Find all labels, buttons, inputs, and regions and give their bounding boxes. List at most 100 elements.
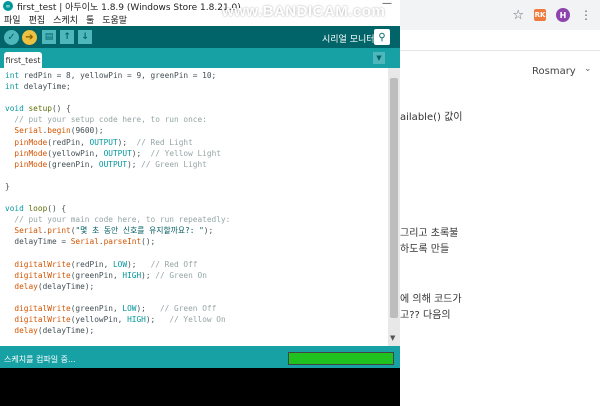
- verify-button[interactable]: ✓: [4, 30, 19, 45]
- browser-text-line: 그리고 초록불: [400, 228, 459, 239]
- tab-menu-chevron-down-icon[interactable]: ▼: [373, 52, 385, 64]
- ide-toolbar: ✓ ➔ ▤ ↑ ↓ 시리얼 모니터 ⚲: [0, 26, 400, 48]
- status-bar: 스케치를 컴파일 중...: [0, 350, 400, 368]
- save-sketch-button[interactable]: ↓: [78, 30, 92, 44]
- code-line: // put your main code here, to run repea…: [5, 214, 388, 225]
- code-token: );: [131, 148, 151, 158]
- ide-tab-bar: first_test ▼: [0, 48, 400, 68]
- code-line: pinMode(yellowPin, OUTPUT); // Yellow Li…: [5, 148, 388, 159]
- progress-fill: [289, 353, 393, 364]
- menu-help[interactable]: 도움말: [102, 13, 127, 26]
- browser-text-line: 하도록 만들: [400, 244, 450, 255]
- upload-button[interactable]: ➔: [22, 30, 37, 45]
- menu-file[interactable]: 파일: [4, 13, 21, 26]
- code-token: );: [117, 137, 137, 147]
- code-token: digitalWrite: [14, 315, 71, 325]
- code-token: (greenPin,: [70, 270, 123, 280]
- code-token: void: [5, 104, 24, 114]
- code-token: );: [141, 270, 156, 280]
- code-token: // Red Light: [136, 137, 193, 147]
- status-text: 스케치를 컴파일 중...: [4, 355, 76, 364]
- profile-avatar-icon[interactable]: H: [556, 8, 570, 22]
- browser-text-line: ailable() 값이: [400, 112, 463, 123]
- code-token: // put your setup code here, to run once…: [5, 115, 207, 125]
- code-token: delay: [14, 326, 38, 336]
- code-token: OUTPUT: [98, 159, 128, 169]
- screen: ☆ RK H ⋮ Rosmary ⌄ ailable() 값이그리고 초록불하도…: [0, 0, 600, 406]
- browser-text-line: 에 의해 코드가: [400, 294, 462, 305]
- code-line: // put your setup code here, to run once…: [5, 114, 388, 125]
- code-line: delay(delayTime);: [5, 281, 388, 292]
- magnifier-icon: ⚲: [378, 31, 386, 43]
- code-token: Serial: [70, 237, 99, 247]
- editor-vertical-scrollbar[interactable]: ▼: [388, 68, 400, 346]
- code-line: delayTime = Serial.parseInt();: [5, 236, 388, 247]
- browser-user-name[interactable]: Rosmary: [532, 66, 576, 77]
- arrow-right-icon: ➔: [25, 32, 34, 43]
- code-token: );: [203, 226, 214, 236]
- code-editor[interactable]: int redPin = 8, yellowPin = 9, greenPin …: [0, 68, 388, 346]
- code-token: // Green Off: [159, 303, 217, 313]
- bandicam-watermark: www.BANDICAM.com: [222, 3, 386, 20]
- code-token: begin: [47, 126, 71, 136]
- code-token: digitalWrite: [14, 270, 71, 280]
- code-token: pinMode: [14, 159, 48, 169]
- code-line: void setup() {: [5, 103, 388, 114]
- code-token: (yellowPin,: [47, 148, 104, 158]
- save-arrow-icon: ↓: [81, 32, 89, 42]
- code-token: // Yellow Light: [150, 148, 221, 158]
- code-token: () {: [47, 204, 67, 214]
- code-token: Serial: [14, 226, 43, 236]
- serial-monitor-label: 시리얼 모니터: [322, 35, 375, 45]
- user-chevron-down-icon[interactable]: ⌄: [584, 64, 592, 74]
- arduino-app-icon: ∞: [3, 1, 13, 11]
- output-console: [0, 368, 400, 406]
- code-token: int: [5, 82, 20, 92]
- bookmark-star-icon[interactable]: ☆: [512, 8, 524, 23]
- code-token: (redPin,: [70, 259, 113, 269]
- code-token: );: [136, 303, 160, 313]
- code-token: delayTime =: [5, 237, 71, 247]
- code-token: pinMode: [14, 137, 48, 147]
- browser-text-line: 고?? 다음의: [400, 310, 451, 321]
- menu-edit[interactable]: 편집: [29, 13, 46, 26]
- code-token: redPin = 8, yellowPin = 9, greenPin = 10…: [19, 71, 217, 80]
- code-line: digitalWrite(greenPin, LOW); // Green Of…: [5, 303, 388, 314]
- code-token: digitalWrite: [14, 259, 71, 269]
- code-token: HIGH: [127, 315, 146, 325]
- code-token: // Red Off: [150, 259, 198, 269]
- code-token: (greenPin,: [70, 303, 123, 313]
- open-sketch-button[interactable]: ↑: [60, 30, 74, 44]
- menu-tools[interactable]: 툴: [86, 13, 94, 26]
- browser-menu-icon[interactable]: ⋮: [580, 9, 592, 21]
- extension-icon[interactable]: RK: [534, 9, 546, 21]
- code-token: (delayTime);: [37, 281, 95, 291]
- open-arrow-icon: ↑: [63, 32, 71, 42]
- code-token: ();: [141, 237, 156, 247]
- code-line: int delayTime;: [5, 81, 388, 92]
- code-token: print: [47, 226, 71, 236]
- code-token: digitalWrite: [14, 303, 71, 313]
- code-token: OUTPUT: [89, 137, 118, 147]
- tab-first-test[interactable]: first_test: [4, 52, 42, 68]
- scrollbar-thumb[interactable]: [390, 78, 398, 318]
- code-token: Serial: [14, 126, 43, 136]
- serial-monitor-button[interactable]: ⚲: [374, 29, 390, 45]
- new-sketch-button[interactable]: ▤: [42, 30, 56, 44]
- code-token: OUTPUT: [103, 148, 132, 158]
- menu-sketch[interactable]: 스케치: [53, 13, 78, 26]
- code-token: HIGH: [122, 270, 142, 280]
- code-token: (9600);: [70, 126, 104, 136]
- scroll-down-arrow-icon[interactable]: ▼: [390, 334, 395, 342]
- compile-progress-bar: [288, 352, 394, 365]
